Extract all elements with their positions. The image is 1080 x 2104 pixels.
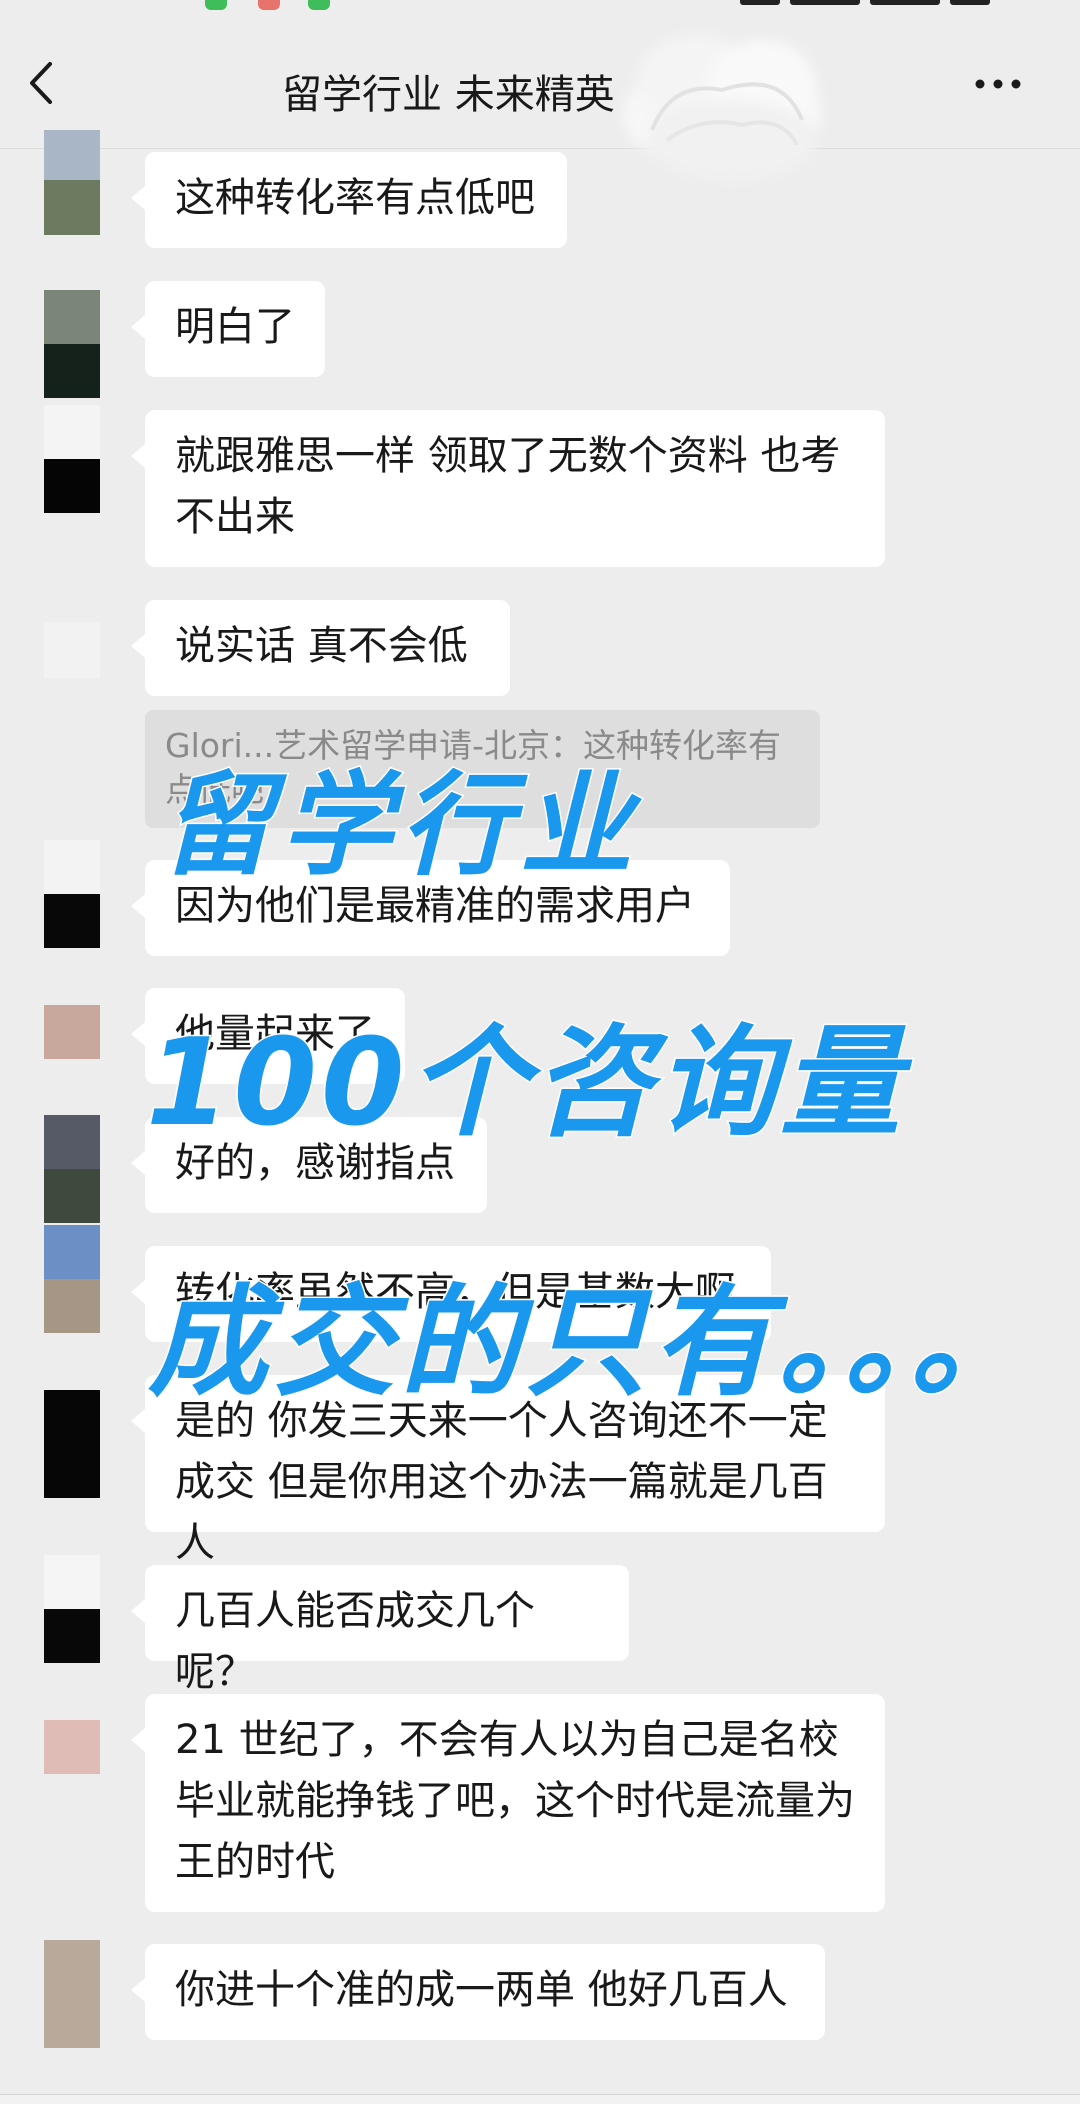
avatar[interactable] — [44, 1225, 100, 1333]
message-text: 这种转化率有点低吧 — [175, 175, 535, 221]
avatar[interactable] — [44, 840, 100, 948]
chat-header: 留学行业 未来精英 — [0, 18, 1080, 180]
message-bubble[interactable]: 明白了 — [131, 281, 325, 377]
status-icon-messages — [308, 0, 330, 10]
message-bubble[interactable]: 这种转化率有点低吧 — [131, 152, 567, 248]
avatar[interactable] — [44, 1005, 100, 1059]
message-text: 因为他们是最精准的需求用户 — [175, 883, 695, 929]
avatar[interactable] — [44, 1720, 100, 1774]
status-signal-battery — [740, 0, 1020, 6]
message-text: 转化率虽然不高，但是基数大啊 — [175, 1269, 735, 1315]
message-text: 就跟雅思一样 领取了无数个资料 也考不出来 — [175, 433, 841, 540]
message-bubble[interactable]: 好的，感谢指点 — [131, 1117, 487, 1213]
message-bubble[interactable]: 几百人能否成交几个呢？ — [131, 1565, 629, 1695]
message-text: 几百人能否成交几个呢？ — [175, 1588, 535, 1695]
avatar[interactable] — [44, 622, 100, 678]
message-bubble[interactable]: 转化率虽然不高，但是基数大啊 — [131, 1246, 771, 1342]
back-button[interactable] — [18, 58, 68, 108]
chevron-left-icon — [30, 62, 52, 104]
message-bubble[interactable]: 就跟雅思一样 领取了无数个资料 也考不出来 — [131, 410, 885, 567]
avatar[interactable] — [44, 405, 100, 513]
avatar[interactable] — [44, 290, 100, 398]
message-text: 21 世纪了，不会有人以为自己是名校毕业就能挣钱了吧，这个时代是流量为王的时代 — [175, 1717, 855, 1885]
message-bubble[interactable]: 你进十个准的成一两单 他好几百人 — [131, 1944, 825, 2040]
message-bubble[interactable]: 说实话 真不会低 — [131, 600, 510, 696]
status-icon-app — [258, 0, 280, 10]
message-text: 明白了 — [175, 304, 295, 350]
status-bar — [0, 0, 1080, 18]
message-bubble[interactable]: 是的 你发三天来一个人咨询还不一定成交 但是你用这个办法一篇就是几百人 — [131, 1375, 885, 1566]
privacy-blur-mask — [622, 35, 822, 180]
quoted-reply-text: Glori...艺术留学申请-北京：这种转化率有点低吧 — [165, 726, 782, 809]
message-text: 是的 你发三天来一个人咨询还不一定成交 但是你用这个办法一篇就是几百人 — [175, 1398, 828, 1566]
chat-title: 留学行业 未来精英 — [282, 72, 615, 118]
message-text: 你进十个准的成一两单 他好几百人 — [175, 1967, 788, 2013]
message-bubble[interactable]: 21 世纪了，不会有人以为自己是名校毕业就能挣钱了吧，这个时代是流量为王的时代 — [131, 1694, 885, 1912]
input-bar-edge — [0, 2095, 1080, 2104]
message-text: 他量起来了 — [175, 1011, 375, 1057]
avatar[interactable] — [44, 1555, 100, 1663]
avatar[interactable] — [44, 1115, 100, 1223]
message-text: 说实话 真不会低 — [175, 623, 468, 669]
quoted-reply[interactable]: Glori...艺术留学申请-北京：这种转化率有点低吧 — [145, 710, 820, 828]
message-bubble[interactable]: 他量起来了 — [131, 988, 405, 1084]
avatar[interactable] — [44, 130, 100, 235]
message-text: 好的，感谢指点 — [175, 1140, 455, 1186]
avatar[interactable] — [44, 1940, 100, 2048]
status-icon-wechat — [205, 0, 227, 10]
message-bubble[interactable]: 因为他们是最精准的需求用户 — [131, 860, 730, 956]
more-options-button[interactable] — [968, 64, 1028, 104]
avatar[interactable] — [44, 1390, 100, 1498]
more-dots-icon — [975, 79, 1021, 89]
